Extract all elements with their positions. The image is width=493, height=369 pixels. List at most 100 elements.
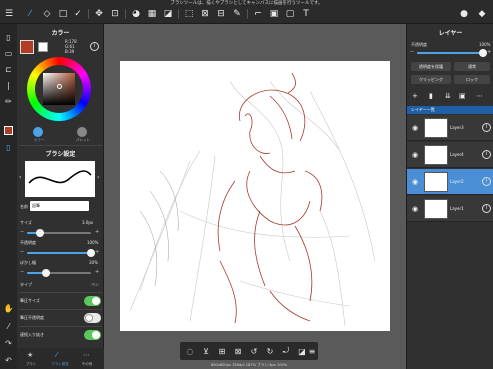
fill-icon[interactable]: ◕ <box>130 8 142 20</box>
layer-info-icon[interactable]: i <box>482 177 491 186</box>
info-icon[interactable]: i <box>90 42 99 51</box>
drawing-canvas[interactable] <box>120 61 390 331</box>
prev-brush-icon[interactable]: ‹ <box>19 174 21 181</box>
palette-tab-label[interactable]: パレット <box>69 138 97 143</box>
dot-icon[interactable]: ▢ <box>284 8 296 20</box>
magic-wand-icon[interactable]: ✎ <box>231 8 243 20</box>
color-swatch-icon[interactable] <box>2 124 15 137</box>
frame-icon[interactable]: ▣ <box>268 8 280 20</box>
delete-layer-icon[interactable]: ▮ <box>429 92 433 100</box>
visibility-eye-icon[interactable]: ◉ <box>410 150 420 160</box>
layer-folder-icon[interactable]: ▣ <box>459 92 466 100</box>
fill-layer-icon[interactable]: ⊻ <box>200 345 212 357</box>
size-slider-knob[interactable] <box>35 229 44 237</box>
layer-panel-icon[interactable]: ▭ <box>2 47 15 60</box>
layer-opacity-decrease-icon[interactable]: − <box>410 49 414 55</box>
main-color-swatch[interactable] <box>20 40 34 54</box>
stabilizer-toggle[interactable] <box>84 330 101 340</box>
hand-tool-icon[interactable]: ✋ <box>2 302 15 315</box>
saturation-value-square[interactable] <box>43 73 75 105</box>
deselect-icon[interactable]: ⊠ <box>232 345 244 357</box>
layer-opacity-slider[interactable] <box>417 49 487 57</box>
color-tab-label[interactable]: カラー <box>25 138 53 143</box>
menu-icon[interactable]: ≡ <box>307 345 317 357</box>
color-wheel[interactable] <box>27 57 91 121</box>
chat-icon[interactable]: ● <box>458 8 470 20</box>
brush-tab-label[interactable]: ブラシ <box>22 362 40 367</box>
ruler-icon[interactable]: | <box>2 79 15 92</box>
next-brush-icon[interactable]: › <box>97 174 99 181</box>
redo-icon[interactable]: ↻ <box>264 345 276 357</box>
select-all-icon[interactable]: ⊞ <box>216 345 228 357</box>
brush-tool-icon[interactable]: ⁄ <box>24 8 36 20</box>
brush-settings-tab-icon[interactable]: ⁄ <box>56 351 57 359</box>
menu-icon[interactable]: ☰ <box>3 8 15 20</box>
size-slider[interactable] <box>27 229 91 237</box>
redo-icon[interactable]: ↷ <box>2 337 15 350</box>
brush-settings-tab-label[interactable]: ブラシ設定 <box>49 362 71 367</box>
blur-increase-icon[interactable]: + <box>95 269 99 275</box>
text-tool-icon[interactable]: T <box>300 8 312 20</box>
layer-opacity-increase-icon[interactable]: + <box>487 49 491 55</box>
opacity-slider[interactable] <box>27 249 95 257</box>
opacity-decrease-icon[interactable]: − <box>20 249 24 255</box>
protect-alpha-button[interactable]: 透明度を保護 <box>411 62 451 71</box>
opacity-increase-icon[interactable]: + <box>95 249 99 255</box>
move-tool-icon[interactable]: ✥ <box>93 8 105 20</box>
eraser-tool-icon[interactable]: ◇ <box>41 8 53 20</box>
sub-color-swatch[interactable] <box>38 42 48 52</box>
layer-info-icon[interactable]: i <box>482 123 491 132</box>
pen-check-icon[interactable]: ✓ <box>72 8 84 20</box>
more-tab-label[interactable]: その他 <box>77 362 97 367</box>
layers-icon[interactable]: ◆ <box>476 8 488 20</box>
palette-tab-icon[interactable] <box>77 127 87 137</box>
transform-icon[interactable]: ⊡ <box>109 8 121 20</box>
eyedropper-icon[interactable]: ⁄ <box>2 320 15 333</box>
eyedropper-icon[interactable]: ⌐ <box>252 8 264 20</box>
layer-opacity-slider-knob[interactable] <box>479 49 487 57</box>
layer-info-icon[interactable]: i <box>482 150 491 159</box>
canvas-icon[interactable]: ▯ <box>2 31 15 44</box>
canvas-area[interactable]: ◌ ⊻ ⊞ ⊠ ↺ ↻ ⤾ ◪ ≡ 800x800px 350dpi 187% … <box>104 24 406 369</box>
undo-icon[interactable]: ↶ <box>2 354 15 367</box>
add-layer-icon[interactable]: + <box>412 92 418 100</box>
visibility-eye-icon[interactable]: ◉ <box>410 204 420 214</box>
paint-bucket-icon[interactable]: ◪ <box>162 8 174 20</box>
layer-row[interactable]: ◉ Layer1 i <box>407 196 493 222</box>
pressure-size-toggle[interactable] <box>84 296 101 306</box>
visibility-eye-icon[interactable]: ◉ <box>410 177 420 187</box>
color-cursor[interactable] <box>57 84 62 89</box>
lock-button[interactable]: ロック <box>454 75 490 84</box>
size-decrease-icon[interactable]: − <box>20 229 24 235</box>
type-value[interactable]: ペン <box>91 282 99 288</box>
snap-icon[interactable]: ⊏ <box>2 63 15 76</box>
layer-info-icon[interactable]: i <box>482 204 491 213</box>
blur-slider[interactable] <box>27 269 91 277</box>
size-increase-icon[interactable]: + <box>95 229 99 235</box>
opacity-slider-knob[interactable] <box>87 249 95 257</box>
layer-row[interactable]: ◉ Layer2 i <box>407 169 493 195</box>
visibility-eye-icon[interactable]: ◉ <box>410 123 420 133</box>
select-eraser-icon[interactable]: ⊟ <box>215 8 227 20</box>
blend-mode-button[interactable]: 通常 <box>454 62 490 71</box>
lasso-icon[interactable]: ⬚ <box>183 8 195 20</box>
blur-decrease-icon[interactable]: − <box>20 269 24 275</box>
color-tab-icon[interactable] <box>33 127 43 137</box>
blur-slider-knob[interactable] <box>42 269 51 277</box>
lasso-select-icon[interactable]: ◌ <box>184 345 196 357</box>
pressure-opacity-toggle[interactable] <box>84 313 101 323</box>
more-icon[interactable]: ⋯ <box>476 92 483 100</box>
gradation-icon[interactable]: ▦ <box>146 8 158 20</box>
brush-name-field[interactable]: 鉛筆 <box>30 201 89 211</box>
material-icon[interactable]: ✏ <box>2 95 15 108</box>
layer-row[interactable]: ◉ Layer3 i <box>407 115 493 141</box>
select-rect-icon[interactable]: □ <box>57 8 69 20</box>
rotate-icon[interactable]: ⤾ <box>280 345 292 357</box>
merge-down-icon[interactable]: ⇊ <box>445 92 451 100</box>
panel-toggle-icon[interactable]: ▯ <box>2 141 15 154</box>
brush-tab-icon[interactable]: ★ <box>27 351 33 359</box>
layer-row[interactable]: ◉ Layer4 i <box>407 142 493 168</box>
more-tab-icon[interactable]: ⋯ <box>83 351 90 359</box>
undo-icon[interactable]: ↺ <box>248 345 260 357</box>
clipping-button[interactable]: クリッピング <box>411 75 451 84</box>
